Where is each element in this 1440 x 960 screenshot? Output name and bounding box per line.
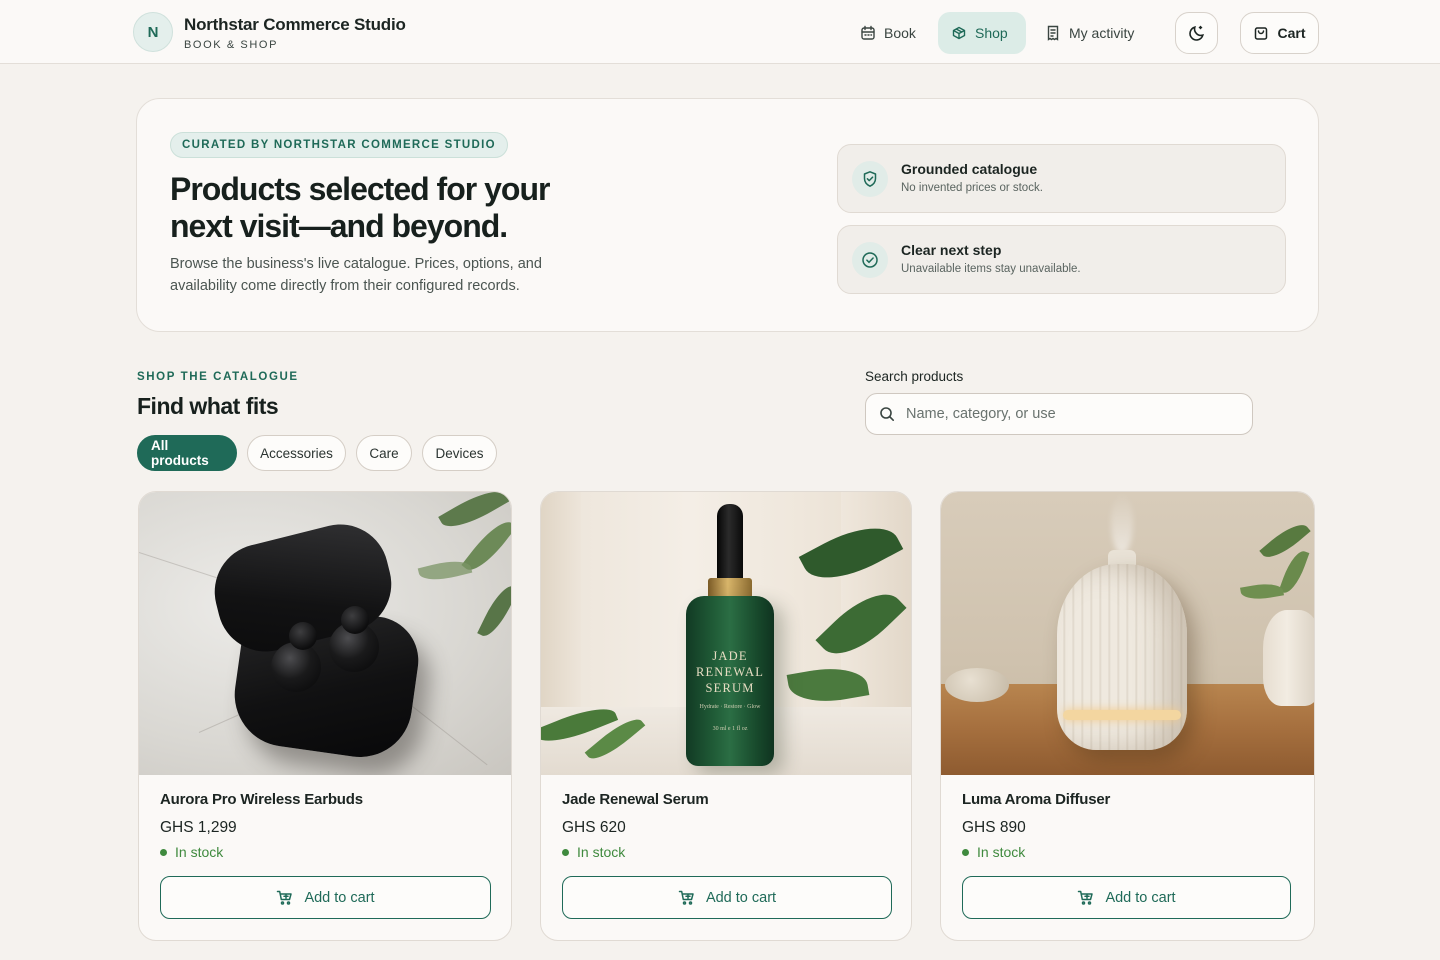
filter-accessories[interactable]: Accessories bbox=[247, 435, 346, 471]
in-stock-dot-icon bbox=[160, 848, 167, 856]
feature-description: No invented prices or stock. bbox=[901, 182, 1043, 194]
brand-tagline: BOOK & SHOP bbox=[184, 39, 279, 51]
product-card-earbuds[interactable]: Aurora Pro Wireless Earbuds GHS 1,299 In… bbox=[138, 491, 512, 941]
stock-status: In stock bbox=[160, 844, 223, 860]
product-price: GHS 1,299 bbox=[160, 819, 237, 836]
serum-dropper bbox=[717, 504, 743, 582]
brand-logo[interactable]: N bbox=[133, 12, 173, 52]
cart-icon bbox=[678, 889, 696, 907]
product-name[interactable]: Luma Aroma Diffuser bbox=[962, 791, 1110, 808]
bottle-label-volume: 30 ml e 1 fl oz bbox=[712, 726, 748, 732]
feature-title: Grounded catalogue bbox=[901, 161, 1038, 177]
cart-bag-icon bbox=[1253, 25, 1269, 41]
product-price: GHS 620 bbox=[562, 819, 626, 836]
catalogue-eyebrow: SHOP THE CATALOGUE bbox=[137, 371, 299, 383]
decor-stone bbox=[945, 668, 1009, 702]
receipt-icon bbox=[1045, 25, 1061, 41]
cart-label: Cart bbox=[1277, 25, 1306, 41]
stock-label: In stock bbox=[977, 844, 1026, 860]
hero-card: CURATED BY NORTHSTAR COMMERCE STUDIO Pro… bbox=[136, 98, 1319, 332]
cart-button[interactable]: Cart bbox=[1240, 12, 1319, 54]
stock-status: In stock bbox=[562, 844, 625, 860]
add-to-cart-label: Add to cart bbox=[705, 889, 777, 906]
nav-my-activity-label: My activity bbox=[1069, 25, 1135, 41]
nav-book-label: Book bbox=[884, 25, 916, 41]
stock-label: In stock bbox=[577, 844, 626, 860]
product-card-diffuser[interactable]: Luma Aroma Diffuser GHS 890 In stock Add… bbox=[940, 491, 1315, 941]
bottle-label-line-2: RENEWAL bbox=[695, 665, 765, 679]
bottle-label-line-3: SERUM bbox=[705, 681, 755, 695]
add-to-cart-button[interactable]: Add to cart bbox=[962, 876, 1291, 919]
hero-description: Browse the business's live catalogue. Pr… bbox=[170, 256, 542, 294]
calendar-icon bbox=[860, 25, 876, 41]
filter-all-products[interactable]: All products bbox=[137, 435, 237, 471]
bottle-label-line-1: JADE bbox=[712, 649, 748, 663]
shopping-bag-icon bbox=[951, 25, 967, 41]
theme-toggle-button[interactable] bbox=[1175, 12, 1218, 54]
search-label: Search products bbox=[865, 369, 964, 384]
top-bar: N Northstar Commerce Studio BOOK & SHOP … bbox=[0, 0, 1440, 64]
brand-name[interactable]: Northstar Commerce Studio bbox=[184, 15, 406, 35]
stock-label: In stock bbox=[175, 844, 224, 860]
product-card-serum[interactable]: JADE RENEWAL SERUM Hydrate · Restore · G… bbox=[540, 491, 912, 941]
search-input[interactable] bbox=[906, 395, 1236, 433]
nav-book[interactable]: Book bbox=[847, 12, 929, 54]
product-image-diffuser[interactable] bbox=[941, 492, 1314, 775]
add-to-cart-label: Add to cart bbox=[1105, 889, 1176, 906]
hero-title: Products selected for your next visit—an… bbox=[170, 171, 550, 244]
in-stock-dot-icon bbox=[562, 848, 569, 856]
product-price: GHS 890 bbox=[962, 819, 1026, 836]
feature-title: Clear next step bbox=[901, 242, 1002, 258]
nav-shop-label: Shop bbox=[975, 25, 1008, 41]
add-to-cart-button[interactable]: Add to cart bbox=[562, 876, 892, 919]
product-name[interactable]: Jade Renewal Serum bbox=[562, 791, 709, 808]
nav-my-activity[interactable]: My activity bbox=[1032, 12, 1147, 54]
check-circle-icon bbox=[852, 242, 888, 278]
bottle-label-claims: Hydrate · Restore · Glow bbox=[699, 704, 761, 710]
stock-status: In stock bbox=[962, 844, 1025, 860]
moon-icon bbox=[1188, 24, 1206, 42]
product-image-serum[interactable]: JADE RENEWAL SERUM Hydrate · Restore · G… bbox=[541, 492, 911, 775]
shield-check-icon bbox=[852, 161, 888, 197]
add-to-cart-label: Add to cart bbox=[304, 889, 375, 906]
search-icon bbox=[879, 406, 895, 422]
search-field[interactable] bbox=[865, 393, 1253, 435]
diffuser-light-ring bbox=[1063, 710, 1181, 720]
cart-icon bbox=[1077, 889, 1095, 907]
feature-grounded-catalogue: Grounded catalogue No invented prices or… bbox=[837, 144, 1286, 213]
nav-shop[interactable]: Shop bbox=[938, 12, 1026, 54]
product-image-earbuds[interactable] bbox=[139, 492, 511, 775]
decor-vase bbox=[1263, 610, 1314, 706]
filter-devices[interactable]: Devices bbox=[422, 435, 497, 471]
diffuser-mist bbox=[1111, 492, 1133, 554]
filter-care[interactable]: Care bbox=[356, 435, 412, 471]
in-stock-dot-icon bbox=[962, 848, 969, 856]
add-to-cart-button[interactable]: Add to cart bbox=[160, 876, 491, 919]
cart-icon bbox=[276, 889, 294, 907]
feature-clear-next-step: Clear next step Unavailable items stay u… bbox=[837, 225, 1286, 294]
catalogue-title: Find what fits bbox=[137, 393, 279, 419]
product-name[interactable]: Aurora Pro Wireless Earbuds bbox=[160, 791, 363, 808]
serum-bottle-label: JADE RENEWAL SERUM Hydrate · Restore · G… bbox=[686, 648, 774, 732]
diffuser-body bbox=[1057, 564, 1187, 750]
curated-badge: CURATED BY NORTHSTAR COMMERCE STUDIO bbox=[170, 132, 508, 158]
feature-description: Unavailable items stay unavailable. bbox=[901, 263, 1081, 275]
